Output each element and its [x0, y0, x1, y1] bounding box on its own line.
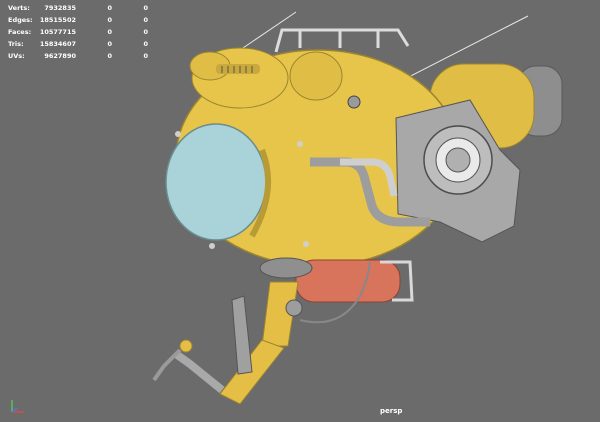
axis-gizmo — [11, 400, 24, 413]
rivet — [303, 241, 309, 247]
rivet — [209, 243, 215, 249]
hull-right-pod — [289, 51, 343, 101]
engine-ring-core — [445, 147, 471, 173]
hud-value: 0 — [143, 4, 148, 12]
hud-value: 0 — [107, 4, 112, 12]
hud-row-edges: Edges: 18515502 0 0 — [8, 14, 148, 26]
hud-row-uvs: UVs: 9627890 0 0 — [8, 50, 148, 62]
rivet — [297, 141, 303, 147]
arm-gray-strut — [231, 295, 253, 375]
hud-label: Verts: — [8, 4, 30, 12]
hud-row-tris: Tris: 15834607 0 0 — [8, 38, 148, 50]
arm-claw — [152, 339, 225, 394]
hud-label: Tris: — [8, 40, 24, 48]
antenna-knob — [347, 95, 361, 109]
arm-joint — [285, 299, 303, 317]
hud-label: Faces: — [8, 28, 32, 36]
hud-value: 7932835 — [44, 4, 76, 12]
hud-value: 0 — [107, 16, 112, 24]
camera-label: persp — [380, 407, 403, 415]
hud-label: Edges: — [8, 16, 33, 24]
stats-hud: Verts: 7932835 0 0 Edges: 18515502 0 0 F… — [8, 2, 148, 62]
hud-value: 10577715 — [39, 28, 76, 36]
hud-value: 0 — [143, 52, 148, 60]
hud-value: 15834607 — [39, 40, 76, 48]
hud-value: 0 — [143, 28, 148, 36]
hud-value: 0 — [107, 28, 112, 36]
3d-viewport[interactable]: Verts: 7932835 0 0 Edges: 18515502 0 0 F… — [0, 0, 600, 422]
vent-grille — [216, 64, 260, 74]
hud-row-verts: Verts: 7932835 0 0 — [8, 2, 148, 14]
hud-value: 0 — [107, 52, 112, 60]
dome-window — [165, 123, 267, 241]
rivet — [175, 131, 181, 137]
hud-value: 18515502 — [39, 16, 76, 24]
hud-value: 0 — [143, 40, 148, 48]
underside-mount — [259, 257, 313, 279]
hud-label: UVs: — [8, 52, 25, 60]
hud-value: 9627890 — [44, 52, 76, 60]
hud-value: 0 — [107, 40, 112, 48]
hud-value: 0 — [143, 16, 148, 24]
submarine-model[interactable] — [0, 0, 600, 422]
hud-row-faces: Faces: 10577715 0 0 — [8, 26, 148, 38]
top-rail — [274, 28, 410, 53]
